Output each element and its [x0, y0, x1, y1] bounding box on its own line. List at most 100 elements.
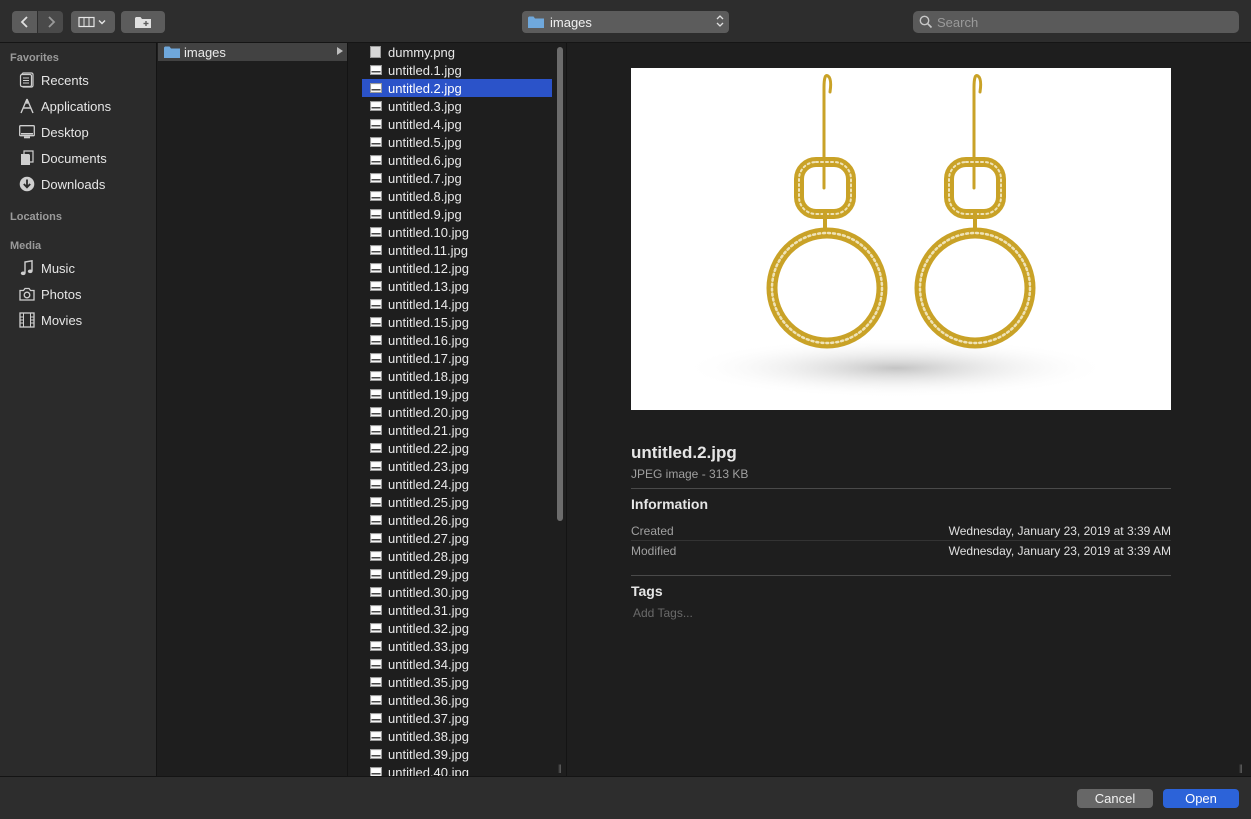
file-name: untitled.19.jpg: [388, 386, 469, 402]
file-row[interactable]: untitled.32.jpg: [362, 619, 552, 637]
file-row[interactable]: dummy.png: [362, 43, 552, 61]
file-name: untitled.4.jpg: [388, 116, 462, 132]
scrollbar-thumb[interactable]: [557, 47, 563, 521]
preview-file-name: untitled.2.jpg: [631, 443, 737, 462]
file-row[interactable]: untitled.6.jpg: [362, 151, 552, 169]
file-list-scrollbar[interactable]: [552, 43, 566, 776]
file-name: untitled.28.jpg: [388, 548, 469, 564]
file-row[interactable]: untitled.31.jpg: [362, 601, 552, 619]
jpg-file-icon: [370, 154, 382, 166]
preview-file-kind: JPEG image - 313 KB: [631, 467, 749, 481]
file-name: untitled.5.jpg: [388, 134, 462, 150]
file-row[interactable]: untitled.2.jpg: [362, 79, 552, 97]
movies-icon: [18, 311, 36, 329]
applications-icon: [18, 97, 36, 115]
jpg-file-icon: [370, 208, 382, 220]
file-row[interactable]: untitled.33.jpg: [362, 637, 552, 655]
disclosure-arrow-icon: [337, 47, 343, 55]
tags-heading: Tags: [631, 583, 663, 599]
file-row[interactable]: untitled.35.jpg: [362, 673, 552, 691]
file-row[interactable]: untitled.36.jpg: [362, 691, 552, 709]
file-row[interactable]: untitled.30.jpg: [362, 583, 552, 601]
file-row[interactable]: untitled.1.jpg: [362, 61, 552, 79]
file-row[interactable]: untitled.18.jpg: [362, 367, 552, 385]
file-row[interactable]: untitled.3.jpg: [362, 97, 552, 115]
file-row[interactable]: untitled.24.jpg: [362, 475, 552, 493]
sidebar-item-documents[interactable]: Documents: [0, 145, 156, 171]
file-row[interactable]: untitled.9.jpg: [362, 205, 552, 223]
documents-icon: [18, 149, 36, 167]
file-row[interactable]: untitled.29.jpg: [362, 565, 552, 583]
jpg-file-icon: [370, 298, 382, 310]
folder-row-images[interactable]: images: [158, 43, 347, 61]
file-row[interactable]: untitled.11.jpg: [362, 241, 552, 259]
file-name: untitled.31.jpg: [388, 602, 469, 618]
sidebar-item-movies[interactable]: Movies: [0, 307, 156, 333]
open-button[interactable]: Open: [1163, 789, 1239, 808]
forward-button[interactable]: [38, 11, 63, 33]
add-tags-field[interactable]: Add Tags...: [633, 606, 693, 620]
sidebar-item-photos[interactable]: Photos: [0, 281, 156, 307]
file-row[interactable]: untitled.13.jpg: [362, 277, 552, 295]
file-name: untitled.6.jpg: [388, 152, 462, 168]
file-row[interactable]: untitled.27.jpg: [362, 529, 552, 547]
jpg-file-icon: [370, 514, 382, 526]
path-popup[interactable]: images: [522, 11, 729, 33]
file-row[interactable]: untitled.25.jpg: [362, 493, 552, 511]
file-row[interactable]: untitled.16.jpg: [362, 331, 552, 349]
column-resize-handle[interactable]: ||: [1239, 763, 1243, 773]
file-row[interactable]: untitled.7.jpg: [362, 169, 552, 187]
cancel-button[interactable]: Cancel: [1077, 789, 1153, 808]
sidebar-item-desktop[interactable]: Desktop: [0, 119, 156, 145]
file-row[interactable]: untitled.12.jpg: [362, 259, 552, 277]
file-name: untitled.35.jpg: [388, 674, 469, 690]
file-row[interactable]: untitled.38.jpg: [362, 727, 552, 745]
jpg-file-icon: [370, 586, 382, 598]
sidebar-item-label: Desktop: [41, 124, 89, 140]
file-row[interactable]: untitled.10.jpg: [362, 223, 552, 241]
sidebar-item-label: Movies: [41, 312, 83, 328]
sidebar-item-label: Photos: [41, 286, 82, 302]
jpg-file-icon: [370, 478, 382, 490]
file-row[interactable]: untitled.20.jpg: [362, 403, 552, 421]
file-row[interactable]: untitled.14.jpg: [362, 295, 552, 313]
file-row[interactable]: untitled.23.jpg: [362, 457, 552, 475]
jpg-file-icon: [370, 280, 382, 292]
search-field[interactable]: [913, 11, 1239, 33]
file-name: untitled.34.jpg: [388, 656, 469, 672]
file-name: untitled.32.jpg: [388, 620, 469, 636]
file-row[interactable]: untitled.37.jpg: [362, 709, 552, 727]
file-row[interactable]: untitled.28.jpg: [362, 547, 552, 565]
file-row[interactable]: untitled.15.jpg: [362, 313, 552, 331]
file-row[interactable]: untitled.17.jpg: [362, 349, 552, 367]
jpg-file-icon: [370, 388, 382, 400]
column-resize-handle[interactable]: ||: [558, 763, 562, 773]
file-name: untitled.27.jpg: [388, 530, 469, 546]
file-row[interactable]: untitled.4.jpg: [362, 115, 552, 133]
view-mode-button[interactable]: [71, 11, 115, 33]
created-label: Created: [631, 524, 674, 538]
sidebar-item-downloads[interactable]: Downloads: [0, 171, 156, 197]
file-row[interactable]: untitled.21.jpg: [362, 421, 552, 439]
file-name: untitled.23.jpg: [388, 458, 469, 474]
sidebar-item-recents[interactable]: Recents: [0, 67, 156, 93]
new-folder-button[interactable]: [121, 11, 165, 33]
file-row[interactable]: untitled.39.jpg: [362, 745, 552, 763]
file-name: untitled.25.jpg: [388, 494, 469, 510]
file-row[interactable]: untitled.40.jpg: [362, 763, 552, 776]
file-row[interactable]: untitled.22.jpg: [362, 439, 552, 457]
back-button[interactable]: [12, 11, 37, 33]
file-row[interactable]: untitled.5.jpg: [362, 133, 552, 151]
file-row[interactable]: untitled.8.jpg: [362, 187, 552, 205]
file-row[interactable]: untitled.19.jpg: [362, 385, 552, 403]
file-name: untitled.16.jpg: [388, 332, 469, 348]
sidebar-item-applications[interactable]: Applications: [0, 93, 156, 119]
jpg-file-icon: [370, 118, 382, 130]
file-row[interactable]: untitled.26.jpg: [362, 511, 552, 529]
search-input[interactable]: [937, 14, 1227, 30]
file-row[interactable]: untitled.34.jpg: [362, 655, 552, 673]
jpg-file-icon: [370, 460, 382, 472]
sidebar-section-favorites: Favorites: [10, 52, 59, 64]
sidebar-item-music[interactable]: Music: [0, 255, 156, 281]
file-name: untitled.3.jpg: [388, 98, 462, 114]
